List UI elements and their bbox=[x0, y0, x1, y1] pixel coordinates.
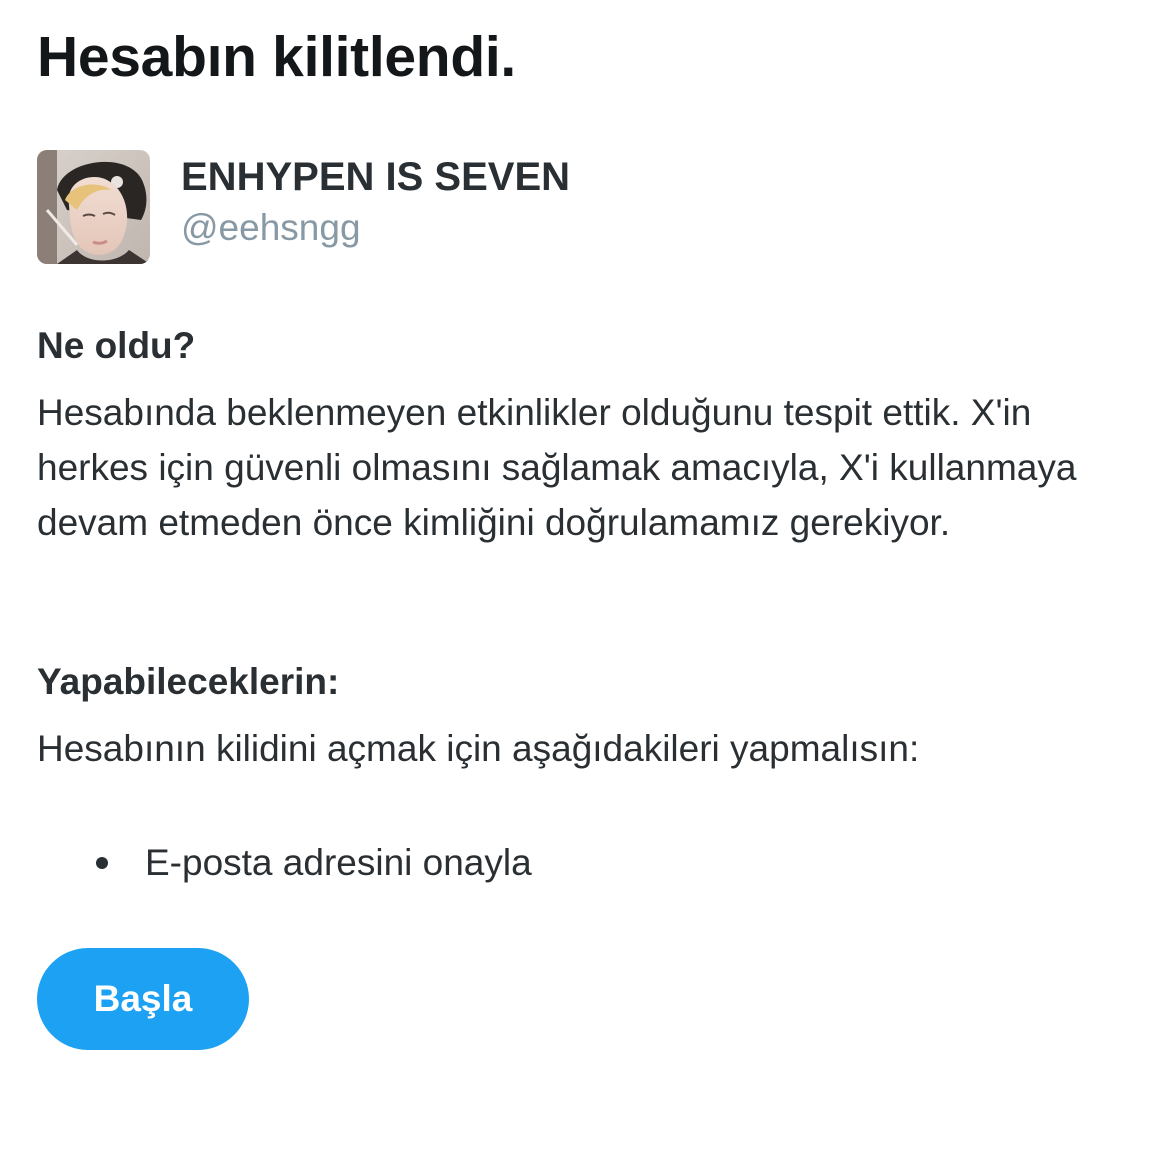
page-title: Hesabın kilitlendi. bbox=[37, 25, 516, 89]
list-item: E-posta adresini onayla bbox=[37, 836, 532, 890]
bullet-icon bbox=[96, 857, 108, 869]
what-happened-text: Hesabında beklenmeyen etkinlikler olduğu… bbox=[37, 392, 1077, 543]
account-handle: @eehsngg bbox=[181, 207, 361, 248]
what-happened-heading: Ne oldu? bbox=[37, 325, 196, 366]
step-label: E-posta adresini onayla bbox=[145, 842, 532, 883]
profile-photo-icon bbox=[37, 150, 150, 264]
account-display-name: ENHYPEN IS SEVEN bbox=[181, 155, 571, 199]
start-button[interactable]: Başla bbox=[37, 948, 249, 1050]
account-card: ENHYPEN IS SEVEN @eehsngg bbox=[37, 150, 737, 264]
actions-text: Hesabının kilidini açmak için aşağıdakil… bbox=[37, 728, 920, 769]
steps-list: E-posta adresini onayla bbox=[37, 836, 532, 890]
actions-heading: Yapabileceklerin: bbox=[37, 661, 340, 702]
avatar bbox=[37, 150, 150, 264]
